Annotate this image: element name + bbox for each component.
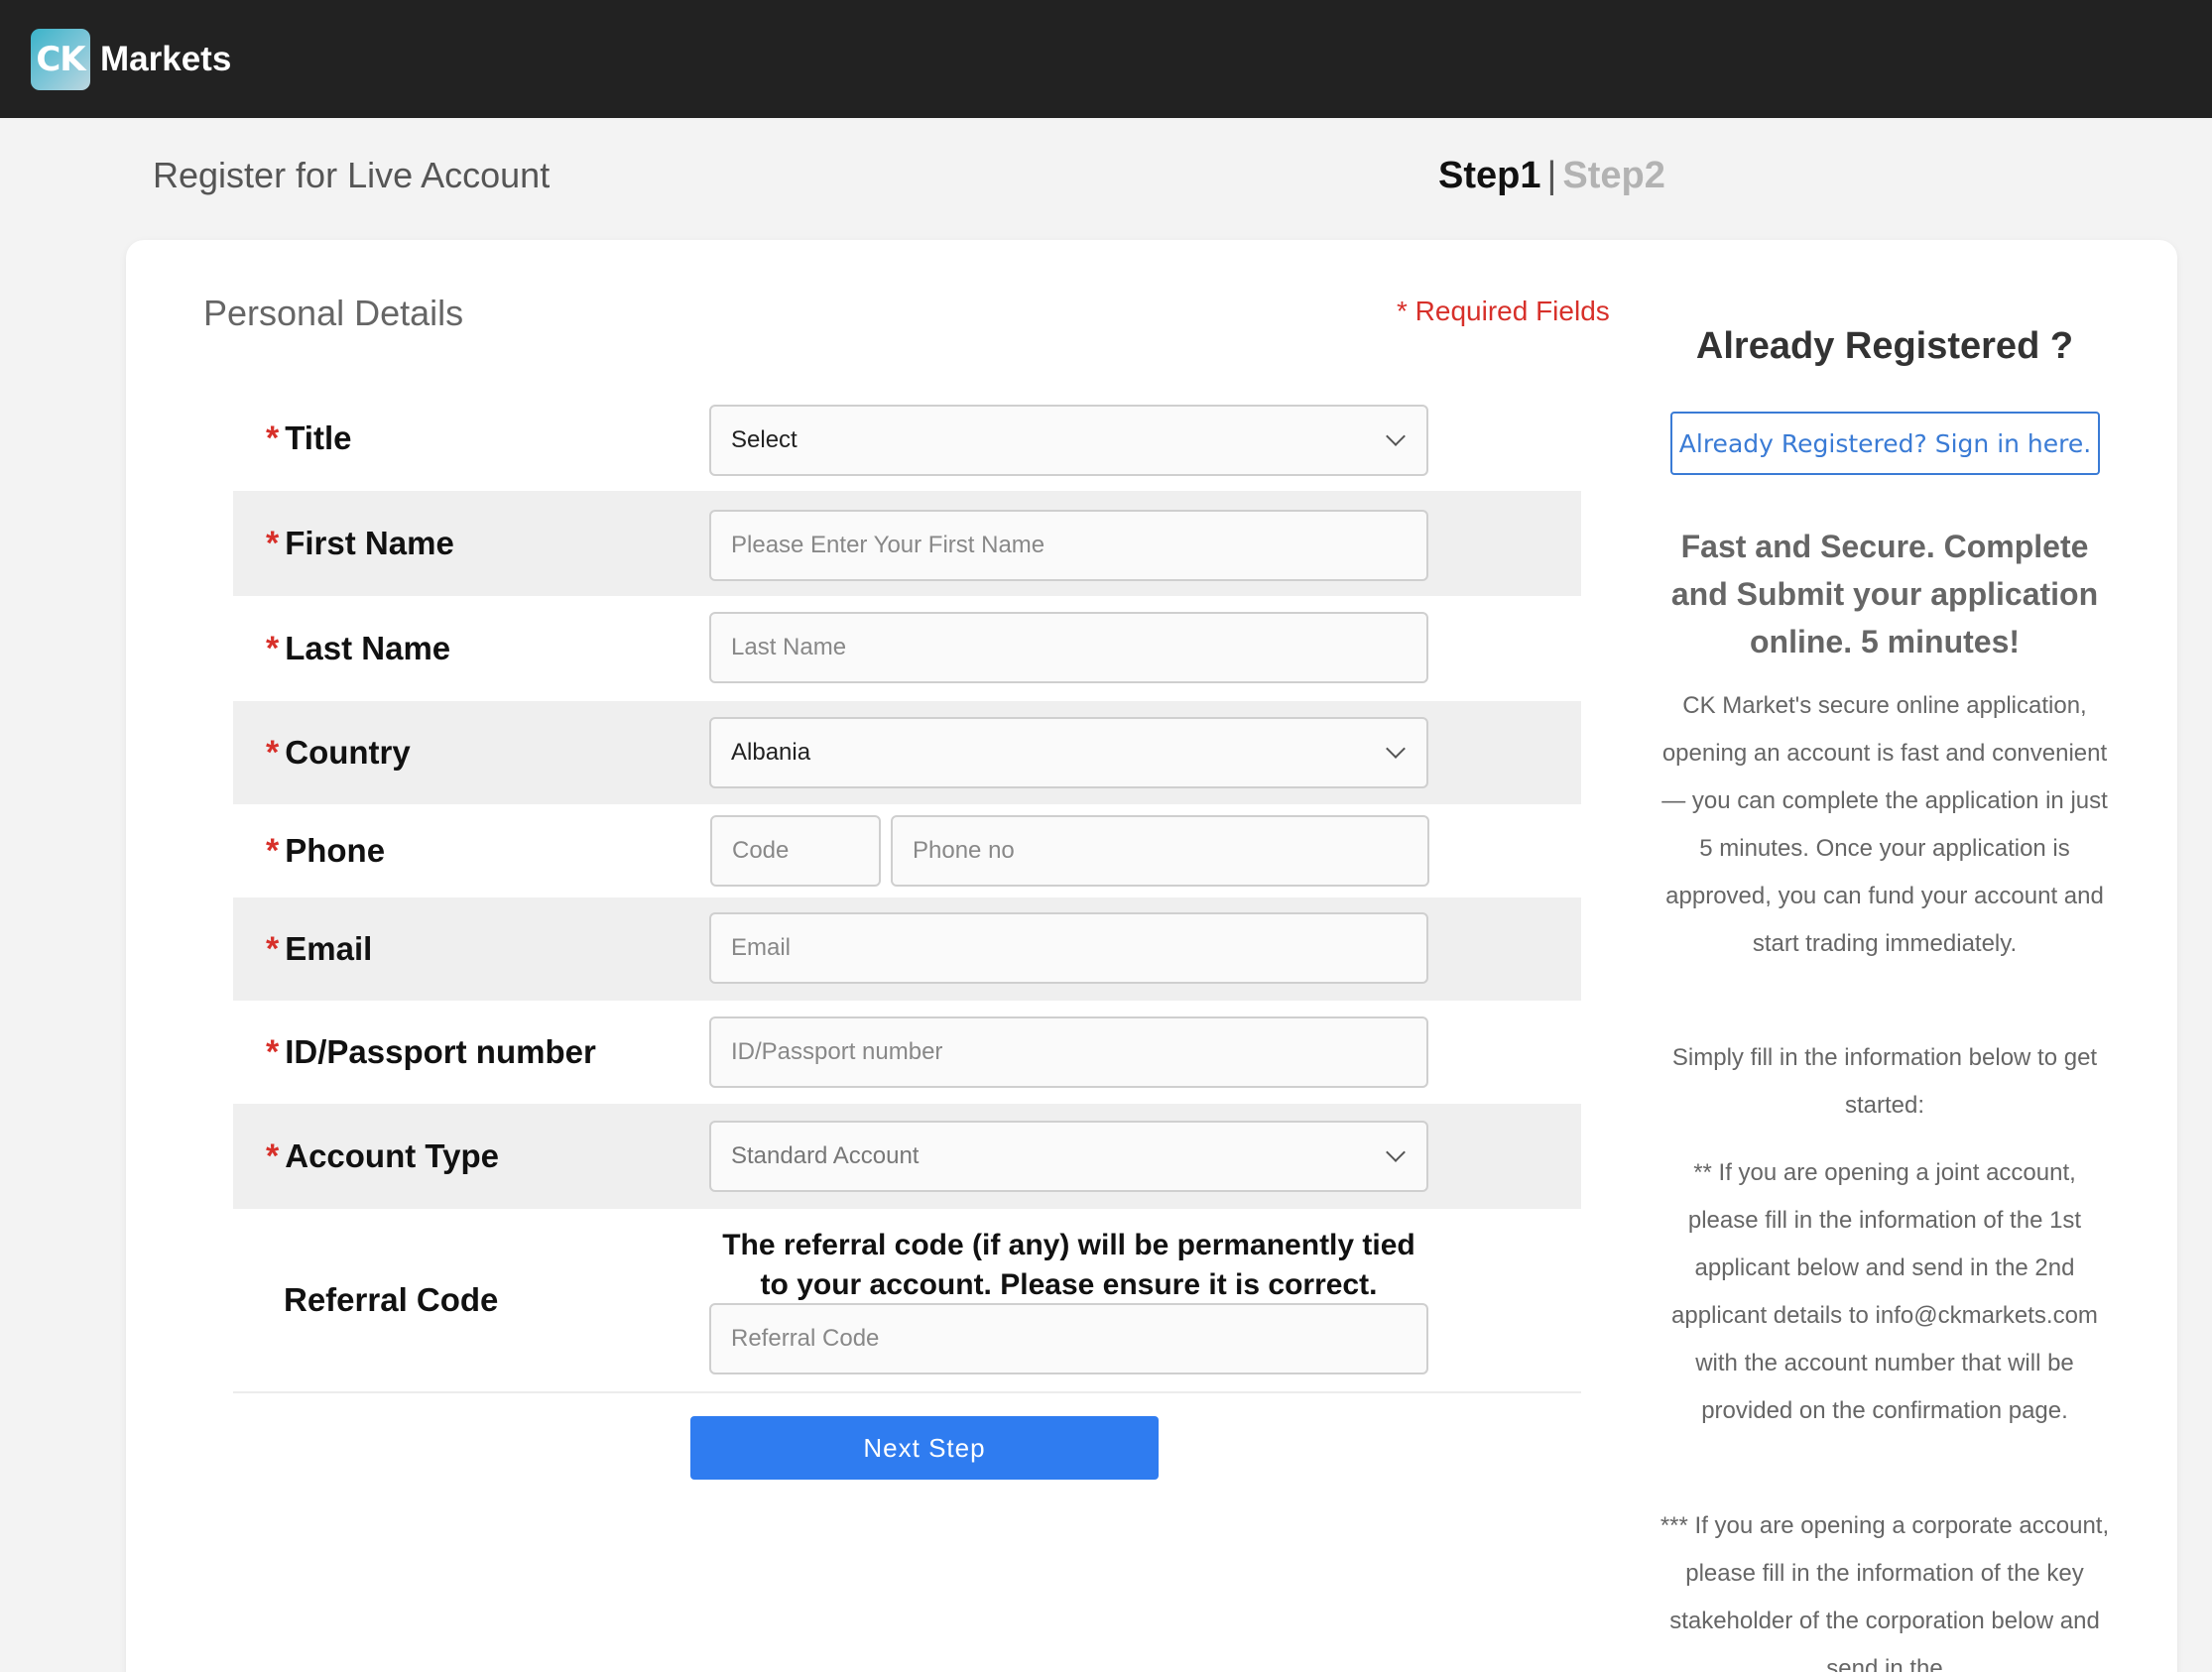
account-type-label-text: Account Type bbox=[285, 1137, 499, 1174]
required-star: * bbox=[266, 629, 280, 667]
title-label-text: Title bbox=[285, 419, 352, 456]
sign-in-link[interactable]: Already Registered? Sign in here. bbox=[1670, 412, 2100, 475]
referral-warning: The referral code (if any) will be perma… bbox=[722, 1229, 1415, 1301]
title-select[interactable]: Select bbox=[709, 405, 1428, 476]
id-passport-label: * ID/Passport number bbox=[266, 1001, 596, 1104]
intro-paragraph: CK Market's secure online application, o… bbox=[1661, 692, 2108, 957]
first-name-input[interactable]: Please Enter Your First Name bbox=[709, 510, 1428, 581]
email-label-text: Email bbox=[285, 930, 373, 967]
referral-label: Referral Code bbox=[284, 1281, 499, 1318]
country-label-text: Country bbox=[285, 734, 411, 771]
step-indicator: Step1 | Step2 bbox=[1438, 155, 1665, 197]
first-name-label: * First Name bbox=[266, 491, 454, 596]
referral-code-input[interactable]: Referral Code bbox=[709, 1303, 1428, 1374]
required-star: * bbox=[266, 733, 280, 772]
required-star: * bbox=[266, 929, 280, 968]
title-select-value: Select bbox=[731, 426, 798, 453]
phone-label: * Phone bbox=[266, 804, 385, 897]
country-select-value: Albania bbox=[731, 739, 811, 766]
step-separator: | bbox=[1546, 155, 1557, 196]
logo-badge: CK bbox=[31, 29, 90, 90]
required-star: * bbox=[266, 418, 280, 457]
chevron-down-icon bbox=[1386, 739, 1406, 759]
phone-label-text: Phone bbox=[285, 832, 386, 869]
id-passport-input[interactable]: ID/Passport number bbox=[709, 1016, 1428, 1088]
account-type-select-value: Standard Account bbox=[731, 1142, 920, 1169]
required-fields-note: * Required Fields bbox=[1397, 296, 1610, 326]
email-label: * Email bbox=[266, 897, 372, 1001]
form-divider bbox=[233, 1391, 1581, 1393]
brand-logo[interactable]: CK Markets bbox=[31, 29, 231, 90]
last-name-label-text: Last Name bbox=[285, 630, 451, 666]
last-name-input[interactable]: Last Name bbox=[709, 612, 1428, 683]
first-name-label-text: First Name bbox=[285, 525, 454, 561]
section-title: Personal Details bbox=[203, 293, 464, 333]
account-type-label: * Account Type bbox=[266, 1104, 499, 1209]
phone-number-input[interactable]: Phone no bbox=[891, 815, 1429, 887]
step1-label: Step1 bbox=[1438, 155, 1541, 196]
fast-secure-title: Fast and Secure. Complete and Submit you… bbox=[1670, 529, 2099, 659]
logo-text: Markets bbox=[100, 40, 232, 78]
chevron-down-icon bbox=[1386, 426, 1406, 446]
title-label: * Title bbox=[266, 386, 351, 491]
instructions-paragraph: Simply fill in the information below to … bbox=[1671, 1044, 2098, 1119]
account-type-select[interactable]: Standard Account bbox=[709, 1121, 1428, 1192]
country-label: * Country bbox=[266, 701, 411, 804]
next-step-button[interactable]: Next Step bbox=[690, 1416, 1159, 1480]
required-star: * bbox=[266, 1136, 280, 1175]
required-star: * bbox=[266, 831, 280, 870]
corporate-account-paragraph: *** If you are opening a corporate accou… bbox=[1659, 1512, 2110, 1672]
step2-label: Step2 bbox=[1562, 155, 1665, 196]
country-select[interactable]: Albania bbox=[709, 717, 1428, 788]
chevron-down-icon bbox=[1386, 1142, 1406, 1162]
required-star: * bbox=[266, 524, 280, 562]
id-passport-label-text: ID/Passport number bbox=[285, 1033, 596, 1070]
page-title: Register for Live Account bbox=[153, 155, 551, 195]
email-input[interactable]: Email bbox=[709, 912, 1428, 984]
phone-code-input[interactable]: Code bbox=[710, 815, 881, 887]
last-name-label: * Last Name bbox=[266, 596, 450, 701]
already-registered-title: Already Registered ? bbox=[1695, 325, 2074, 367]
top-navbar: CK Markets bbox=[0, 0, 2212, 118]
joint-account-paragraph: ** If you are opening a joint account, p… bbox=[1671, 1159, 2098, 1424]
required-star: * bbox=[266, 1032, 280, 1071]
